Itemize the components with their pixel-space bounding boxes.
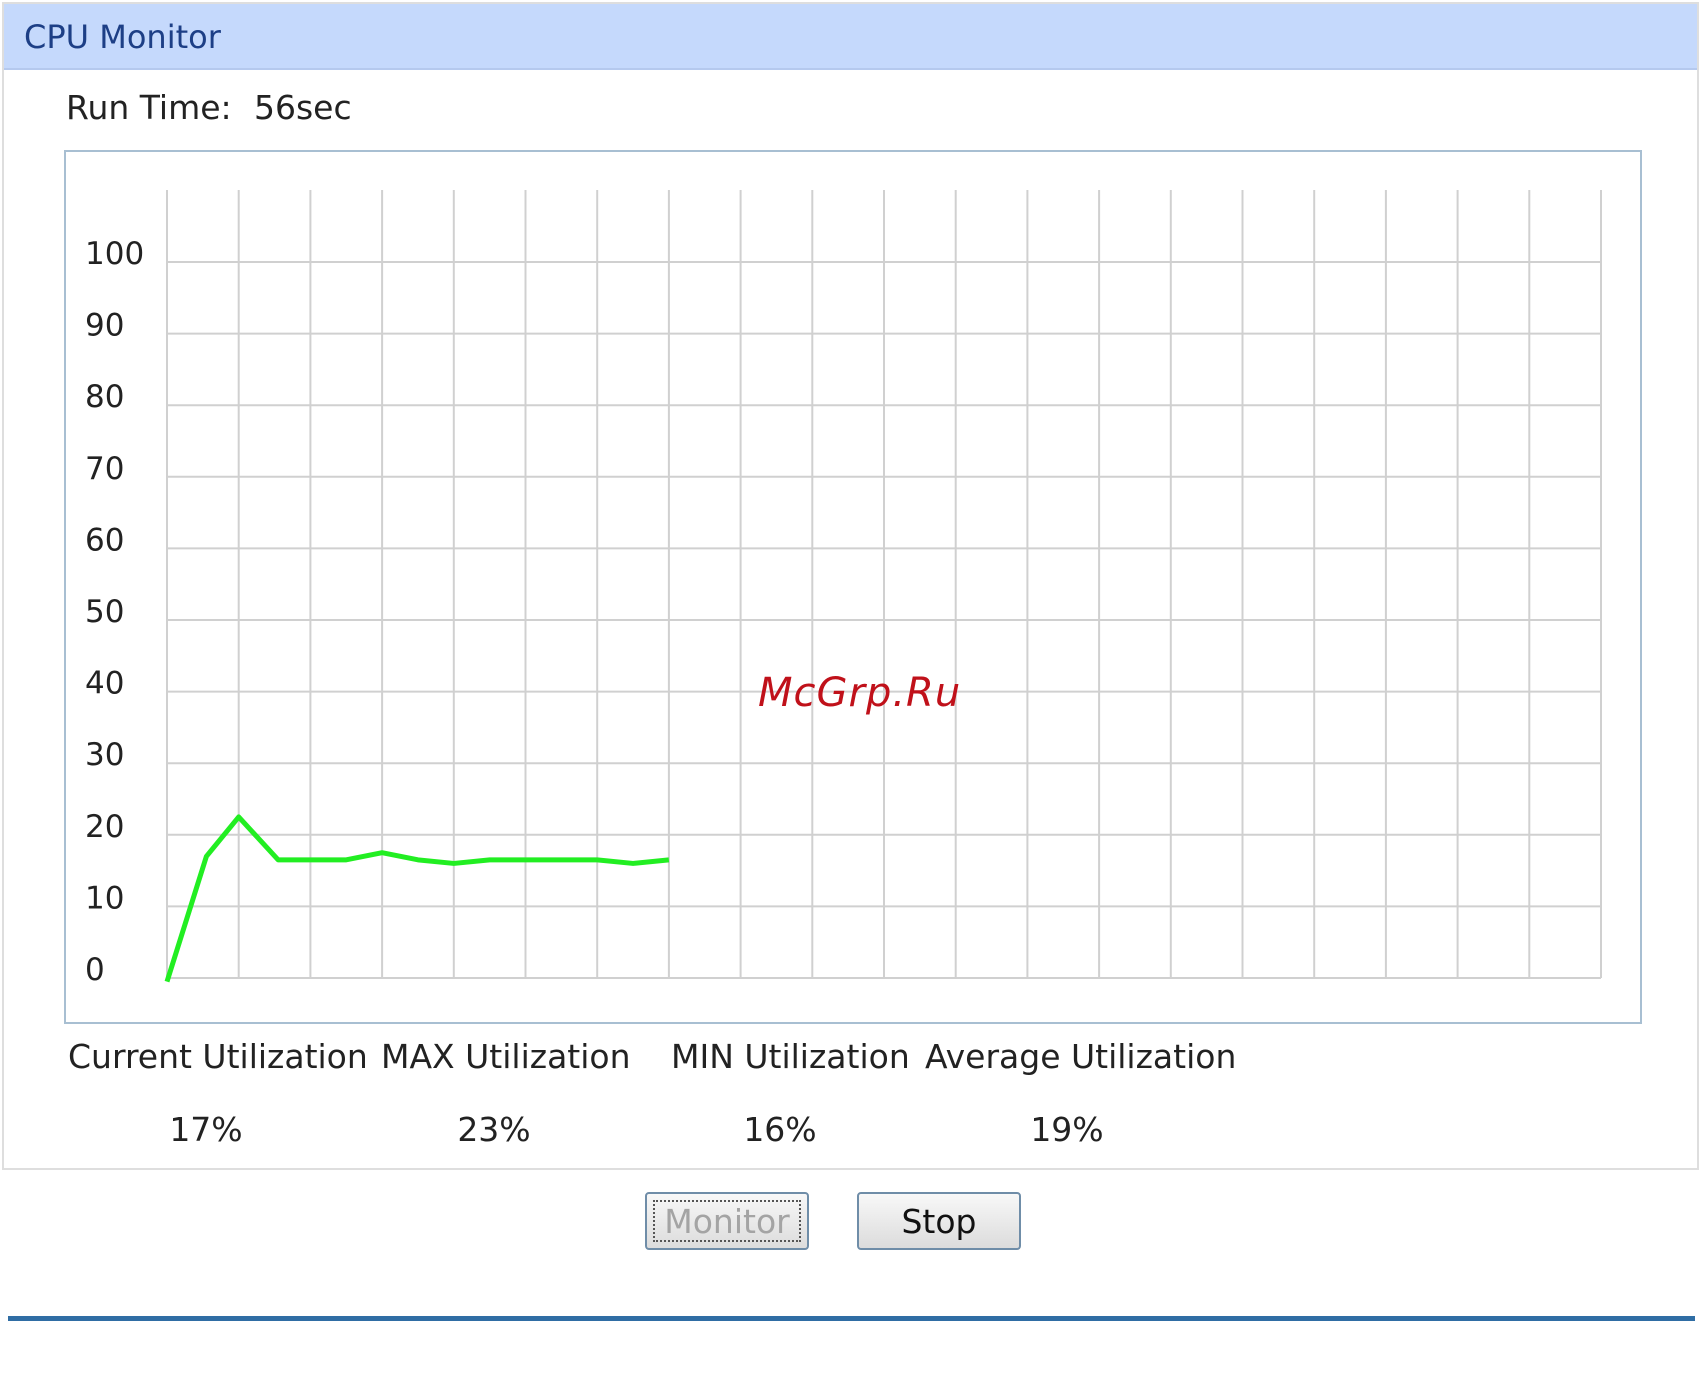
current-utilization-label: Current Utilization (68, 1037, 368, 1076)
min-utilization-value: 16% (743, 1110, 817, 1149)
max-utilization-value: 23% (457, 1110, 531, 1149)
run-time-label: Run Time: (66, 88, 232, 127)
panel-title: CPU Monitor (24, 18, 221, 56)
min-utilization-label: MIN Utilization (671, 1037, 910, 1076)
chart-frame (64, 150, 1642, 1024)
monitor-button-label: Monitor (653, 1200, 801, 1242)
run-time-value: 56sec (254, 88, 352, 127)
monitor-button[interactable]: Monitor (645, 1192, 809, 1250)
current-utilization-value: 17% (169, 1110, 243, 1149)
max-utilization-label: MAX Utilization (381, 1037, 631, 1076)
watermark-text: McGrp.Ru (758, 670, 962, 716)
average-utilization-value: 19% (1030, 1110, 1104, 1149)
panel-header: CPU Monitor (4, 4, 1697, 70)
stop-button[interactable]: Stop (857, 1192, 1021, 1250)
average-utilization-label: Average Utilization (925, 1037, 1237, 1076)
bottom-divider (8, 1316, 1695, 1321)
